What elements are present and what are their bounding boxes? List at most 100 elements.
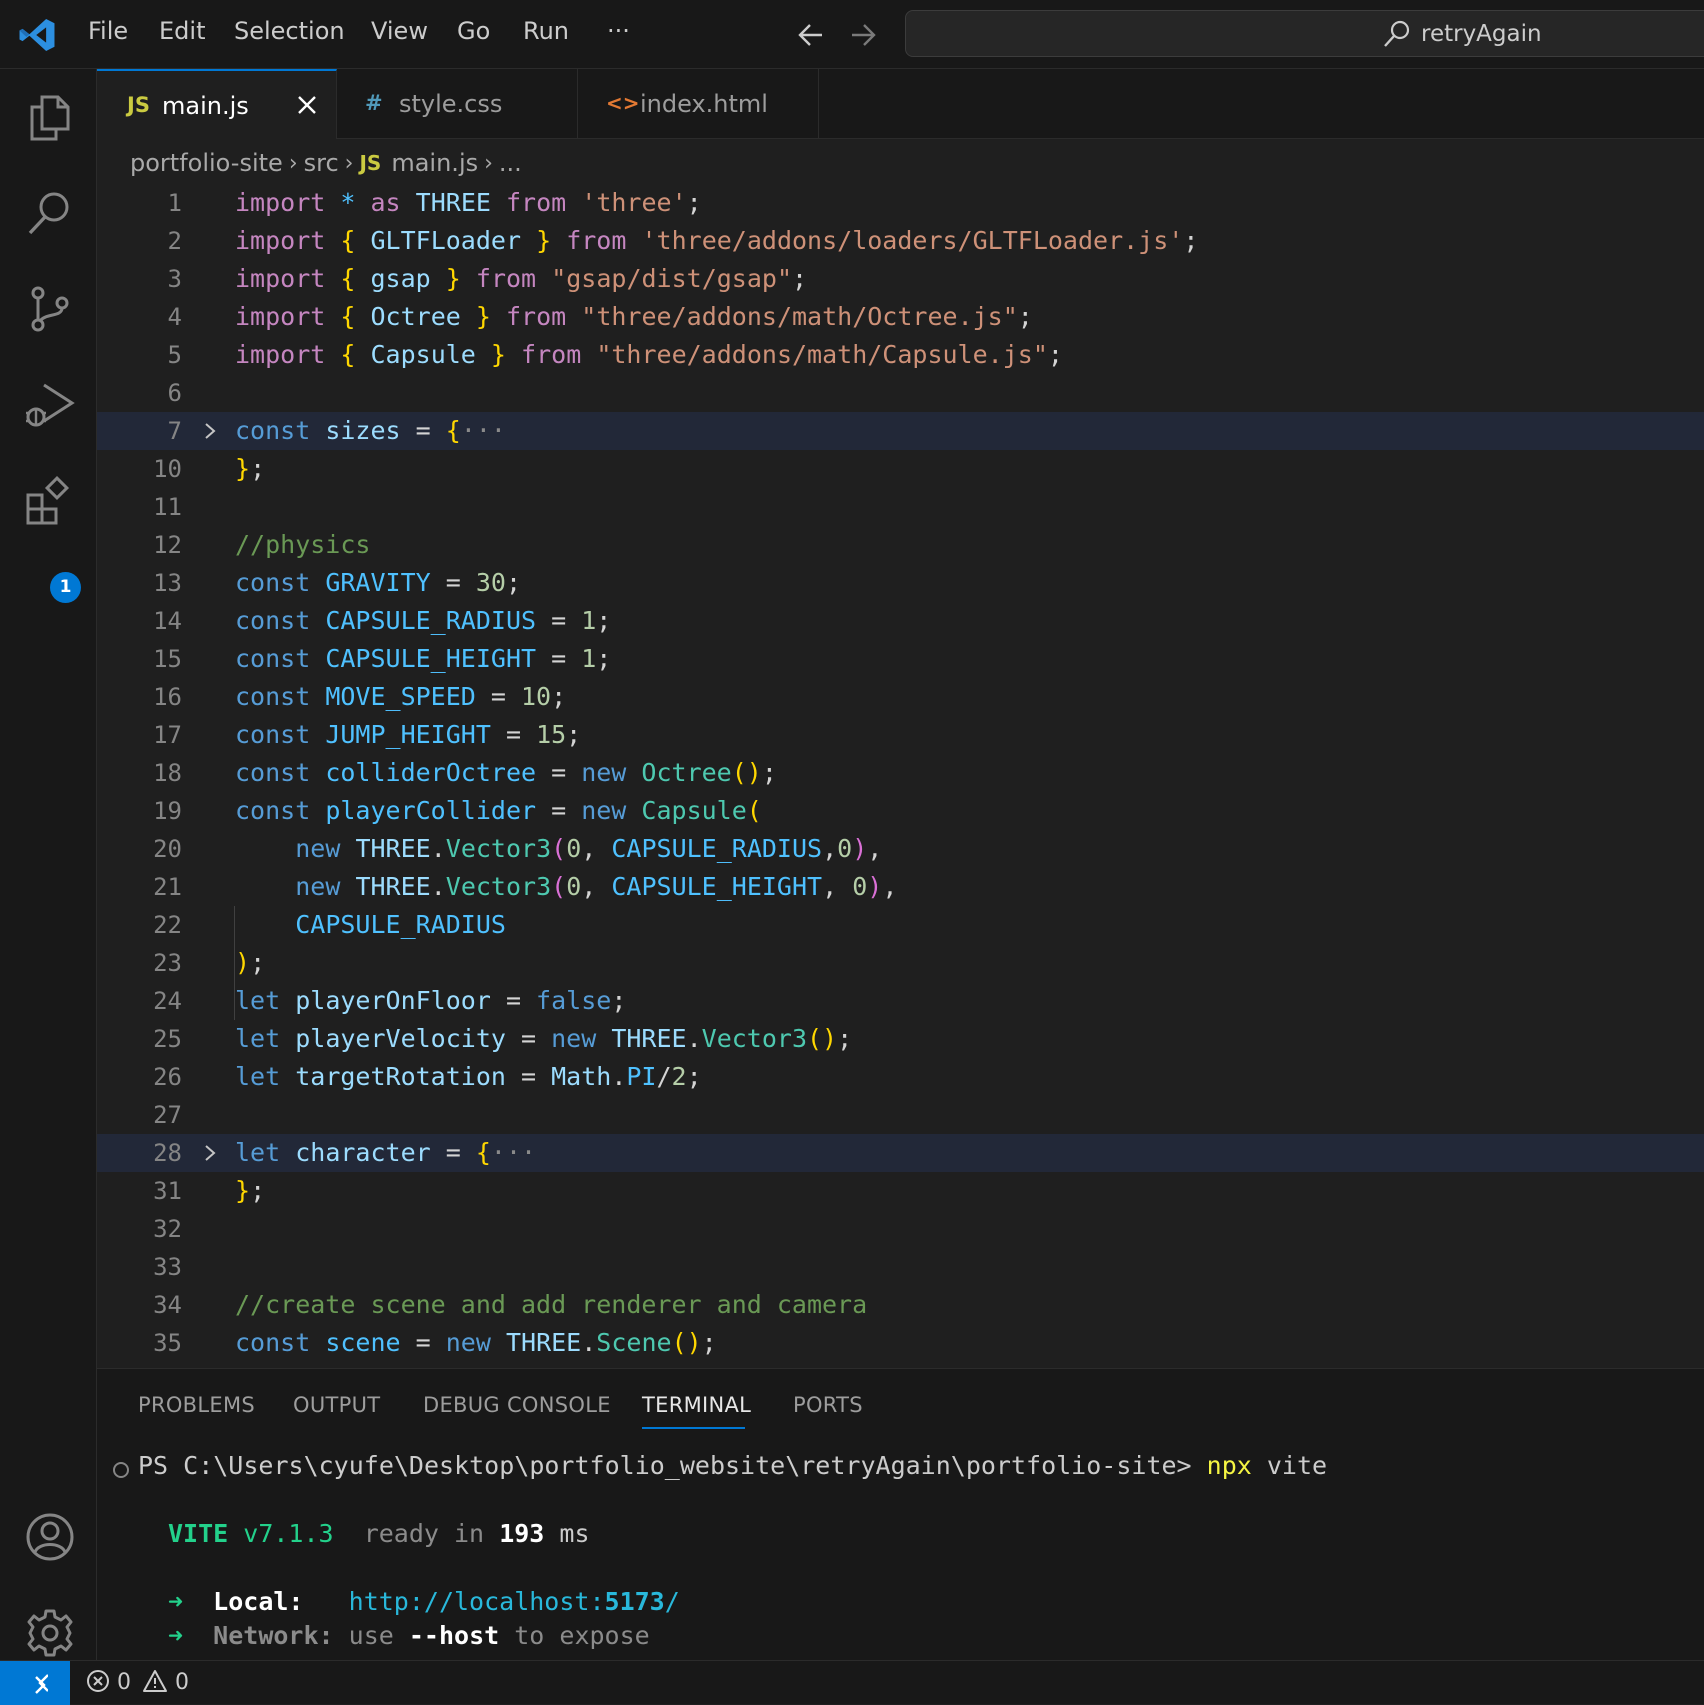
status-bar: 0 0 bbox=[0, 1660, 1704, 1705]
code-line[interactable]: 33 bbox=[97, 1248, 1704, 1286]
menu-view[interactable]: View bbox=[371, 17, 428, 45]
line-number: 4 bbox=[167, 303, 182, 331]
active-tab-indicator bbox=[642, 1427, 745, 1429]
panel-tab-output[interactable]: OUTPUT bbox=[293, 1393, 380, 1417]
code-line[interactable]: 2 import { GLTFLoader } from 'three/addon… bbox=[97, 222, 1704, 260]
terminal-prompt: PS C:\Users\cyufe\Desktop\portfolio_webs… bbox=[138, 1451, 1192, 1480]
terminal-prompt-line[interactable]: PS C:\Users\cyufe\Desktop\portfolio_webs… bbox=[138, 1449, 1327, 1483]
code-line[interactable]: 32 bbox=[97, 1210, 1704, 1248]
code-line[interactable]: 31}; bbox=[97, 1172, 1704, 1210]
menu-file[interactable]: File bbox=[88, 17, 128, 45]
breadcrumb-more[interactable]: ... bbox=[499, 149, 522, 177]
code-line[interactable]: 25 let playerVelocity = new THREE.Vector3… bbox=[97, 1020, 1704, 1058]
activity-bar: 1 bbox=[0, 69, 97, 1660]
chevron-right-icon[interactable] bbox=[201, 421, 219, 441]
title-bar: File Edit Selection View Go Run ··· retr… bbox=[0, 0, 1704, 69]
panel-tab-terminal[interactable]: TERMINAL bbox=[642, 1393, 751, 1417]
code-text: let character = {··· bbox=[235, 1138, 537, 1167]
code-line[interactable]: 14 const CAPSULE_RADIUS = 1; bbox=[97, 602, 1704, 640]
menu-selection[interactable]: Selection bbox=[234, 17, 345, 45]
code-text: CAPSULE_RADIUS bbox=[295, 910, 506, 939]
settings-gear-icon[interactable] bbox=[24, 1607, 76, 1659]
code-line[interactable]: 22 CAPSULE_RADIUS bbox=[97, 906, 1704, 944]
code-line[interactable]: 4 import { Octree } from "three/addons/ma… bbox=[97, 298, 1704, 336]
line-number: 12 bbox=[153, 531, 182, 559]
code-line[interactable]: 27 bbox=[97, 1096, 1704, 1134]
code-text: }; bbox=[235, 454, 266, 483]
vscode-logo-icon[interactable] bbox=[18, 16, 56, 54]
tab-index-html[interactable]: <> index.html bbox=[578, 69, 819, 138]
code-line[interactable]: 1 import * as THREE from 'three'; bbox=[97, 184, 1704, 222]
tab-style-css[interactable]: # style.css bbox=[337, 69, 578, 138]
panel-tab-problems[interactable]: PROBLEMS bbox=[138, 1393, 255, 1417]
code-line[interactable]: 12 //physics bbox=[97, 526, 1704, 564]
menu-go[interactable]: Go bbox=[457, 17, 490, 45]
code-line[interactable]: 15 const CAPSULE_HEIGHT = 1; bbox=[97, 640, 1704, 678]
code-line[interactable]: 18 const colliderOctree = new Octree(); bbox=[97, 754, 1704, 792]
code-line[interactable]: 5 import { Capsule } from "three/addons/m… bbox=[97, 336, 1704, 374]
remote-window-button[interactable] bbox=[0, 1661, 70, 1705]
close-icon[interactable] bbox=[295, 93, 319, 117]
code-line[interactable]: 17 const JUMP_HEIGHT = 15; bbox=[97, 716, 1704, 754]
code-line[interactable]: 3 import { gsap } from "gsap/dist/gsap"; bbox=[97, 260, 1704, 298]
code-text: const MOVE_SPEED = 10; bbox=[235, 682, 567, 711]
code-text: }; bbox=[235, 1176, 266, 1205]
code-line[interactable]: 20 new THREE.Vector3(0, CAPSULE_RADIUS,0… bbox=[97, 830, 1704, 868]
extensions-icon[interactable] bbox=[24, 475, 76, 527]
command-center-search[interactable]: retryAgain bbox=[905, 10, 1704, 57]
code-line[interactable]: 10}; bbox=[97, 450, 1704, 488]
line-number: 1 bbox=[167, 189, 182, 217]
code-line[interactable]: 21 new THREE.Vector3(0, CAPSULE_HEIGHT, … bbox=[97, 868, 1704, 906]
code-line[interactable]: 11 bbox=[97, 488, 1704, 526]
code-line[interactable]: 16 const MOVE_SPEED = 10; bbox=[97, 678, 1704, 716]
status-problems[interactable]: 0 0 bbox=[86, 1669, 189, 1695]
terminal-command: npx bbox=[1206, 1451, 1252, 1480]
editor-tab-bar: JS main.js # style.css <> index.html bbox=[97, 69, 1704, 139]
chevron-right-icon: › bbox=[344, 150, 354, 176]
code-line[interactable]: 35 const scene = new THREE.Scene(); bbox=[97, 1324, 1704, 1362]
arrow-left-icon[interactable] bbox=[796, 18, 826, 52]
menu-edit[interactable]: Edit bbox=[159, 17, 205, 45]
code-line[interactable]: 34 //create scene and add renderer and ca… bbox=[97, 1286, 1704, 1324]
panel-tab-debug-console[interactable]: DEBUG CONSOLE bbox=[423, 1393, 611, 1417]
network-text-expose: to expose bbox=[514, 1621, 650, 1650]
code-text: let playerVelocity = new THREE.Vector3()… bbox=[235, 1024, 853, 1053]
code-line[interactable]: 13 const GRAVITY = 30; bbox=[97, 564, 1704, 602]
terminal-command-arg: vite bbox=[1266, 1451, 1328, 1480]
code-text: //create scene and add renderer and came… bbox=[235, 1290, 868, 1319]
tab-main-js[interactable]: JS main.js bbox=[97, 69, 337, 139]
code-line[interactable]: 6 bbox=[97, 374, 1704, 412]
search-icon[interactable] bbox=[24, 187, 76, 239]
code-line[interactable]: 7 const sizes = {··· bbox=[97, 412, 1704, 450]
code-line[interactable]: 23); bbox=[97, 944, 1704, 982]
account-icon[interactable] bbox=[24, 1511, 76, 1563]
line-number: 20 bbox=[153, 835, 182, 863]
indent-guide bbox=[234, 906, 235, 1020]
tab-label: index.html bbox=[640, 90, 768, 118]
breadcrumb-file[interactable]: main.js bbox=[391, 149, 478, 177]
breadcrumb-project[interactable]: portfolio-site bbox=[130, 149, 283, 177]
code-text: const GRAVITY = 30; bbox=[235, 568, 522, 597]
run-debug-icon[interactable] bbox=[24, 379, 76, 431]
explorer-icon[interactable] bbox=[24, 91, 76, 143]
command-center-text: retryAgain bbox=[1421, 21, 1542, 47]
line-number: 26 bbox=[153, 1063, 182, 1091]
code-line[interactable]: 26 let targetRotation = Math.PI/2; bbox=[97, 1058, 1704, 1096]
code-editor[interactable]: 1 import * as THREE from 'three'; 2 import … bbox=[97, 184, 1704, 1368]
code-line[interactable]: 24 let playerOnFloor = false; bbox=[97, 982, 1704, 1020]
local-url[interactable]: http://localhost:5173/ bbox=[349, 1587, 680, 1616]
menu-more[interactable]: ··· bbox=[607, 17, 630, 45]
panel-tab-ports[interactable]: PORTS bbox=[793, 1393, 863, 1417]
code-text: const playerCollider = new Capsule( bbox=[235, 796, 762, 825]
line-number: 6 bbox=[167, 379, 182, 407]
code-line[interactable]: 28 let character = {··· bbox=[97, 1134, 1704, 1172]
breadcrumb-folder[interactable]: src bbox=[304, 149, 339, 177]
code-line[interactable]: 19 const playerCollider = new Capsule( bbox=[97, 792, 1704, 830]
source-control-icon[interactable] bbox=[24, 283, 76, 335]
chevron-right-icon[interactable] bbox=[201, 1143, 219, 1163]
arrow-right-icon: ➜ bbox=[168, 1587, 184, 1616]
arrow-right-icon[interactable] bbox=[848, 18, 878, 52]
network-text-use: use bbox=[348, 1621, 394, 1650]
html-file-icon: <> bbox=[606, 91, 640, 115]
menu-run[interactable]: Run bbox=[523, 17, 569, 45]
